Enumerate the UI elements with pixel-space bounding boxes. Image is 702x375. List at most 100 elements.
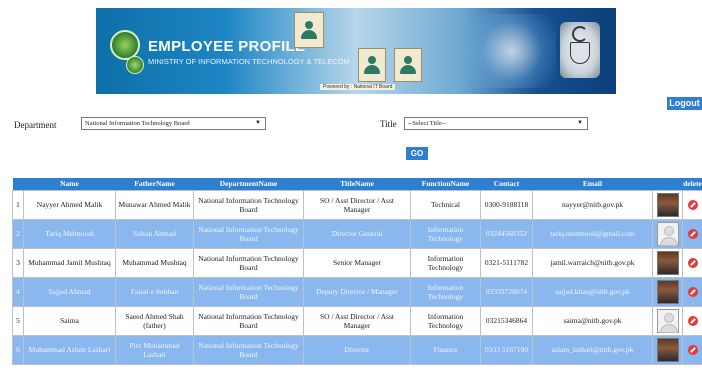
cell-name: Sajjad Ahmad xyxy=(23,276,116,307)
cell-name: Saima xyxy=(23,305,116,336)
cell-photo xyxy=(652,247,683,278)
banner-subtitle: MINISTRY OF INFORMATION TECHNOLOGY & TEL… xyxy=(148,57,350,66)
cell-delete xyxy=(682,218,702,249)
cell-title: Director xyxy=(303,334,411,365)
title-label: Title xyxy=(380,119,397,129)
cell-num: 4 xyxy=(12,276,24,307)
employee-photo xyxy=(656,192,679,217)
department-select-value: National Information Technology Board xyxy=(85,120,190,127)
cell-photo xyxy=(652,218,683,249)
devices-graphic xyxy=(446,14,556,88)
employee-photo xyxy=(656,250,679,275)
delete-icon[interactable] xyxy=(687,257,698,268)
logout-button[interactable]: Logout xyxy=(667,97,702,110)
cell-num: 3 xyxy=(12,247,24,278)
cell-num: 6 xyxy=(12,334,24,365)
column-header[interactable]: FunctionName xyxy=(410,178,481,190)
cell-delete xyxy=(682,305,702,336)
cell-title: Deputy Director / Manager xyxy=(303,276,411,307)
go-button[interactable]: GO xyxy=(406,147,428,160)
cell-email: saima@nitb.gov.pk xyxy=(532,305,653,336)
header-banner: EMPLOYEE PROFILE MINISTRY OF INFORMATION… xyxy=(96,8,616,94)
employee-photo xyxy=(656,337,679,362)
cell-title: SO / Asst Director / Asst Manager xyxy=(303,189,411,220)
cell-delete xyxy=(682,189,702,220)
table-row[interactable]: 2 Tariq Mehmood Sultan Ahmad National Infor… xyxy=(12,218,702,249)
table-row[interactable]: 1 Nayyer Ahmed Malik Munawar Ahmed Malik Na… xyxy=(12,189,702,220)
cell-email: tariq.mehmood@gmail.com xyxy=(532,218,653,249)
department-select[interactable]: National Information Technology Board ▼ xyxy=(81,117,266,130)
cell-email: jamil.warraich@nitb.gov.pk xyxy=(532,247,653,278)
cell-father: Munawar Ahmed Malik xyxy=(115,189,194,220)
title-select[interactable]: --Select Title-- ▼ xyxy=(404,117,588,130)
cell-name: Muhammad Aslam Lashari xyxy=(23,334,116,365)
cell-function: Information Technology xyxy=(410,247,481,278)
cell-name: Tariq Mehmood xyxy=(23,218,116,249)
profile-card-icon xyxy=(358,48,386,82)
column-header-index xyxy=(12,178,24,190)
column-header[interactable]: Email xyxy=(532,178,653,190)
column-header[interactable]: TitleName xyxy=(303,178,411,190)
state-emblem-icon xyxy=(560,22,600,78)
table-row[interactable]: 6 Muhammad Aslam Lashari Pirz Muhammad Las… xyxy=(12,334,702,365)
cell-email: sajjad.khan@nitb.gov.pk xyxy=(532,276,653,307)
cell-dept: National Information Technology Board xyxy=(193,305,304,336)
cell-contact: 03215346864 xyxy=(480,305,533,336)
column-header[interactable]: Name xyxy=(23,178,116,190)
profile-card-icon xyxy=(294,12,324,48)
nitb-logo-small-icon xyxy=(126,56,144,74)
cell-father: Sultan Ahmad xyxy=(115,218,194,249)
cell-function: Finance xyxy=(410,334,481,365)
table-row[interactable]: 5 Saima Saeed Ahmed Shah (father) National … xyxy=(12,305,702,336)
column-header[interactable]: DepartmentName xyxy=(193,178,304,190)
cell-contact: 0321-5111782 xyxy=(480,247,533,278)
delete-icon[interactable] xyxy=(687,344,698,355)
delete-icon[interactable] xyxy=(687,199,698,210)
column-header[interactable]: Contact xyxy=(480,178,533,190)
cell-contact: 0333 5167190 xyxy=(480,334,533,365)
title-select-value: --Select Title-- xyxy=(408,120,447,127)
cell-photo xyxy=(652,334,683,365)
cell-function: Information Technology xyxy=(410,305,481,336)
cell-delete xyxy=(682,334,702,365)
cell-contact: 03244568352 xyxy=(480,218,533,249)
delete-icon[interactable] xyxy=(687,286,698,297)
cell-contact: 0300-9188118 xyxy=(480,189,533,220)
avatar-placeholder-icon xyxy=(656,308,679,333)
delete-icon[interactable] xyxy=(687,315,698,326)
cell-delete xyxy=(682,276,702,307)
cell-name: Nayyer Ahmed Malik xyxy=(23,189,116,220)
cell-photo xyxy=(652,305,683,336)
table-header-row: Name FatherName DepartmentName TitleName… xyxy=(12,178,702,190)
table-row[interactable]: 3 Muhammad Jamil Mushtaq Muhammad Mushtaq N… xyxy=(12,247,702,278)
cell-name: Muhammad Jamil Mushtaq xyxy=(23,247,116,278)
column-header xyxy=(652,178,683,190)
cell-title: Senior Manager xyxy=(303,247,411,278)
table-row[interactable]: 4 Sajjad Ahmad Faisal e Subhan National Inf… xyxy=(12,276,702,307)
delete-icon[interactable] xyxy=(687,228,698,239)
department-label: Department xyxy=(14,120,57,130)
powered-by-label: Powered by : National IT Board xyxy=(320,84,396,90)
cell-num: 5 xyxy=(12,305,24,336)
cell-num: 2 xyxy=(12,218,24,249)
cell-photo xyxy=(652,276,683,307)
chevron-down-icon: ▼ xyxy=(255,120,261,126)
chevron-down-icon: ▼ xyxy=(577,120,583,126)
cell-function: Information Technology xyxy=(410,218,481,249)
cell-father: Saeed Ahmed Shah (father) xyxy=(115,305,194,336)
cell-father: Muhammad Mushtaq xyxy=(115,247,194,278)
avatar-placeholder-icon xyxy=(656,221,679,246)
column-header[interactable]: FatherName xyxy=(115,178,194,190)
employee-photo xyxy=(656,279,679,304)
cell-father: Pirz Muhammad Lashari xyxy=(115,334,194,365)
cell-title: SO / Asst Director / Asst Manager xyxy=(303,305,411,336)
cell-email: nayyer@nitb.gov.pk xyxy=(532,189,653,220)
profile-card-icon xyxy=(394,48,422,82)
cell-photo xyxy=(652,189,683,220)
column-header: delete xyxy=(682,178,702,190)
cell-contact: 03333728074 xyxy=(480,276,533,307)
cell-dept: National Information Technology Board xyxy=(193,276,304,307)
cell-delete xyxy=(682,247,702,278)
cell-function: Information Technology xyxy=(410,276,481,307)
cell-dept: National Information Technology Board xyxy=(193,218,304,249)
